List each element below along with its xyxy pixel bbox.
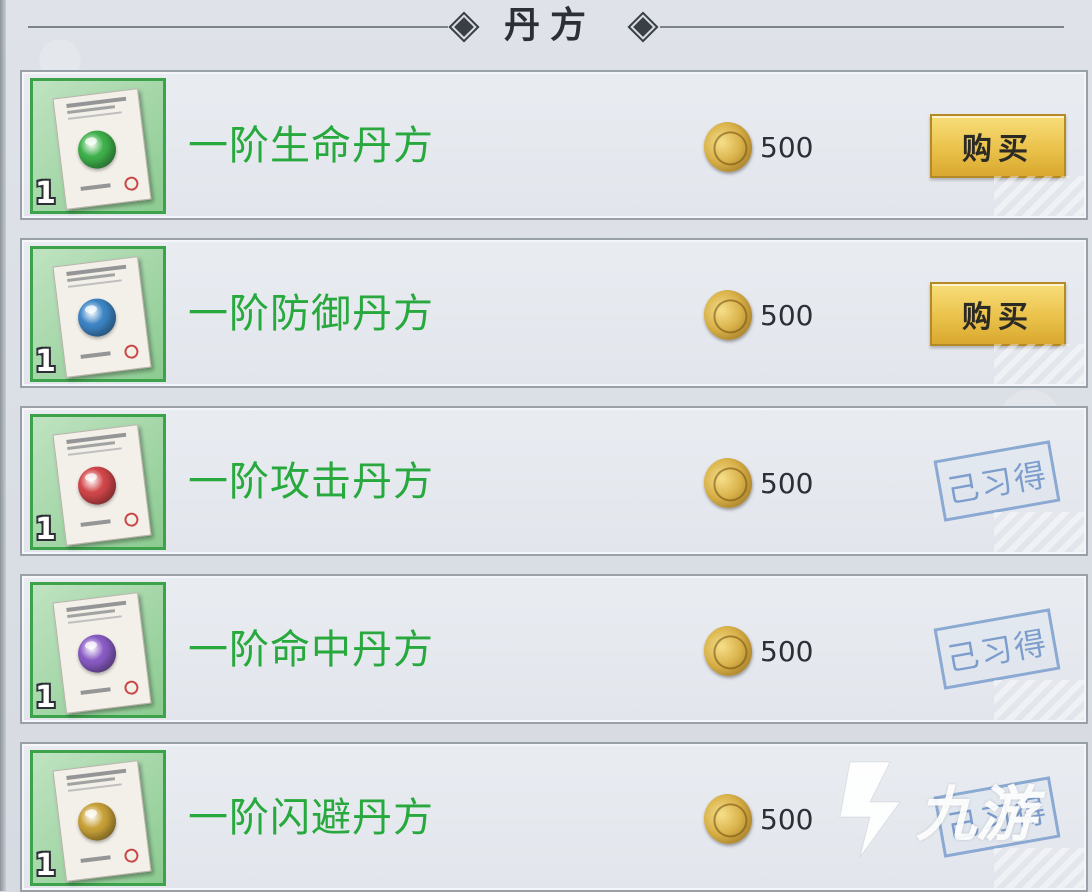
recipe-item-icon[interactable]: 1 xyxy=(30,78,166,214)
shop-panel: 丹方 1 一阶生命丹方 500 购买 1 一阶防御丹方 500 购买 1 一阶攻… xyxy=(0,0,1092,892)
recipe-scroll-icon xyxy=(52,424,152,546)
buy-button[interactable]: 购买 xyxy=(930,114,1066,178)
gold-coin-icon xyxy=(698,452,758,514)
gold-coin-icon xyxy=(698,116,758,178)
recipe-row: 1 一阶防御丹方 500 购买 xyxy=(20,238,1088,388)
row-decoration xyxy=(994,512,1084,552)
pill-orb-icon xyxy=(75,464,119,507)
recipe-scroll-icon xyxy=(52,592,152,714)
recipe-item-icon[interactable]: 1 xyxy=(30,246,166,382)
recipe-price: 500 xyxy=(760,467,814,500)
row-decoration xyxy=(994,680,1084,720)
learned-stamp: 己习得 xyxy=(933,608,1061,690)
recipe-name: 一阶闪避丹方 xyxy=(188,795,434,841)
recipe-price: 500 xyxy=(760,803,814,836)
section-header: 丹方 xyxy=(0,0,1092,56)
learned-stamp: 己习得 xyxy=(933,776,1061,858)
tier-badge: 1 xyxy=(35,176,56,211)
row-decoration xyxy=(994,344,1084,384)
panel-left-border xyxy=(0,0,6,891)
diamond-ornament-icon xyxy=(627,11,659,43)
tier-badge: 1 xyxy=(35,344,56,379)
row-decoration xyxy=(994,848,1084,888)
header-line-right xyxy=(660,26,1064,28)
recipe-price: 500 xyxy=(760,635,814,668)
tier-badge: 1 xyxy=(35,848,56,883)
recipe-name: 一阶攻击丹方 xyxy=(188,459,434,505)
gold-coin-icon xyxy=(698,284,758,346)
recipe-row: 1 一阶生命丹方 500 购买 xyxy=(20,70,1088,220)
recipe-name: 一阶生命丹方 xyxy=(188,123,434,169)
recipe-scroll-icon xyxy=(52,88,152,210)
recipe-price: 500 xyxy=(760,131,814,164)
tier-badge: 1 xyxy=(35,512,56,547)
recipe-row: 1 一阶闪避丹方 500 己习得 xyxy=(20,742,1088,892)
row-decoration xyxy=(994,176,1084,216)
recipe-row: 1 一阶攻击丹方 500 己习得 xyxy=(20,406,1088,556)
tier-badge: 1 xyxy=(35,680,56,715)
recipe-scroll-icon xyxy=(52,256,152,378)
gold-coin-icon xyxy=(698,620,758,682)
pill-orb-icon xyxy=(75,296,119,339)
buy-button[interactable]: 购买 xyxy=(930,282,1066,346)
pill-orb-icon xyxy=(75,128,119,171)
pill-orb-icon xyxy=(75,800,119,843)
recipe-item-icon[interactable]: 1 xyxy=(30,414,166,550)
section-title: 丹方 xyxy=(503,5,596,46)
recipe-price: 500 xyxy=(760,299,814,332)
recipe-item-icon[interactable]: 1 xyxy=(30,750,166,886)
learned-stamp: 己习得 xyxy=(933,440,1061,522)
pill-orb-icon xyxy=(75,632,119,675)
diamond-ornament-icon xyxy=(448,11,480,43)
gold-coin-icon xyxy=(698,788,758,850)
recipe-item-icon[interactable]: 1 xyxy=(30,582,166,718)
recipe-row: 1 一阶命中丹方 500 己习得 xyxy=(20,574,1088,724)
header-line-left xyxy=(28,26,448,28)
recipe-name: 一阶命中丹方 xyxy=(188,627,434,673)
recipe-scroll-icon xyxy=(52,760,152,882)
recipe-name: 一阶防御丹方 xyxy=(188,291,434,337)
